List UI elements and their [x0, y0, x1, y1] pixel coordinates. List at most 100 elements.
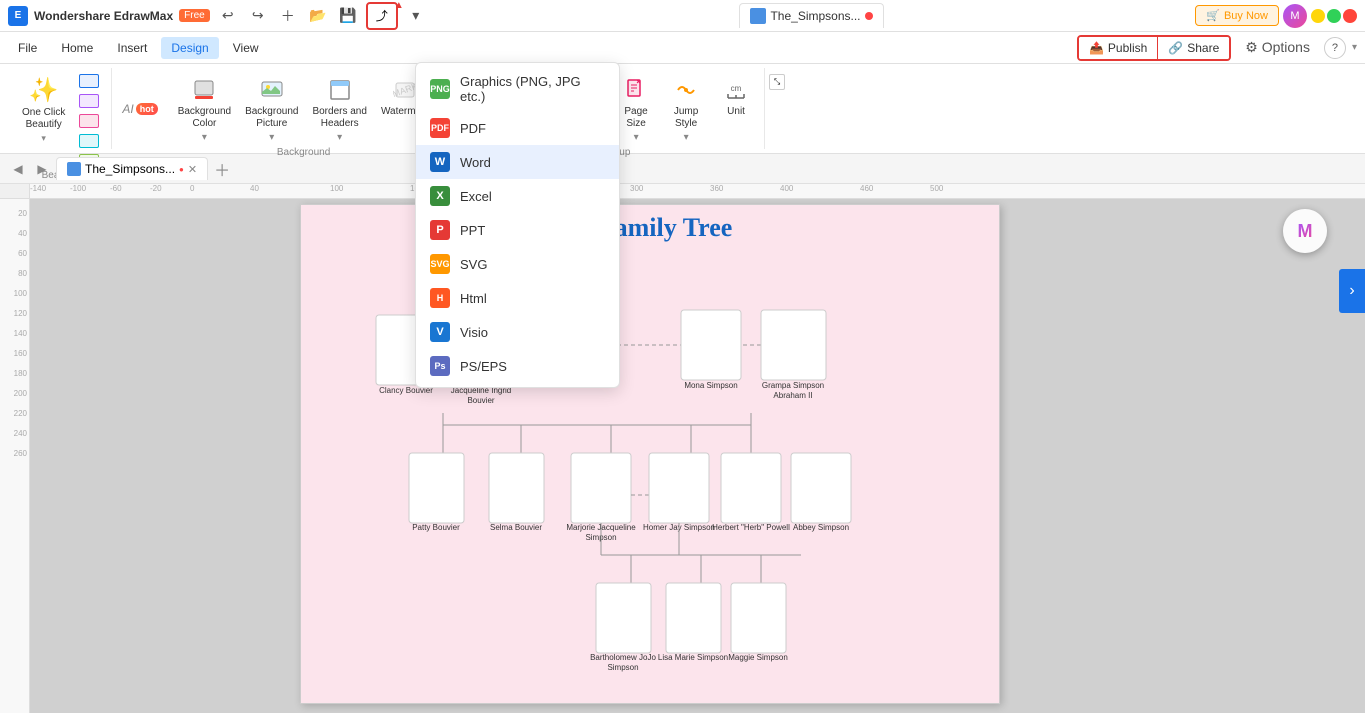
blue-arrow-icon: ›: [1349, 282, 1354, 300]
ribbon: ✨ One ClickBeautify ▾: [0, 64, 1365, 154]
beautify-chevron-icon: ▾: [41, 133, 46, 144]
tab-nav-left[interactable]: ◀: [8, 159, 28, 179]
dropdown-item-word[interactable]: W Word: [416, 145, 619, 179]
tab-icon: [750, 8, 766, 24]
svg-text:Lisa Marie Simpson: Lisa Marie Simpson: [658, 653, 728, 662]
page-size-chevron-icon: ▾: [634, 132, 639, 143]
close-button[interactable]: [1343, 9, 1357, 23]
one-click-beautify-button[interactable]: ✨ One ClickBeautify ▾: [16, 72, 71, 148]
dropdown-item-graphics[interactable]: PNG Graphics (PNG, JPG etc.): [416, 67, 619, 111]
publish-button[interactable]: 📤 Publish: [1079, 37, 1158, 59]
svg-icon: SVG: [430, 254, 450, 274]
beautify-style-3[interactable]: [75, 112, 103, 130]
title-bar-actions: 🛒 🛒 Buy Now Buy Now M: [1195, 4, 1357, 28]
word-icon: W: [430, 152, 450, 172]
dropdown-item-ppt[interactable]: P PPT: [416, 213, 619, 247]
hot-badge: hot: [136, 103, 158, 115]
unit-button[interactable]: cm Unit: [712, 72, 760, 147]
bg-picture-chevron-icon: ▾: [269, 132, 274, 143]
svg-text:Abbey Simpson: Abbey Simpson: [793, 523, 849, 532]
options-button[interactable]: ⚙ Options: [1237, 35, 1318, 60]
vertical-ruler: 20 40 60 80 100 120 140 160 180 200 220 …: [0, 184, 30, 713]
export-button[interactable]: ⤴ ▲: [366, 2, 398, 30]
ribbon-expand-area: ⤡: [769, 68, 785, 149]
title-tab[interactable]: The_Simpsons...: [739, 3, 883, 28]
menu-insert[interactable]: Insert: [107, 37, 157, 59]
dropdown-item-visio[interactable]: V Visio: [416, 315, 619, 349]
pdf-label: PDF: [460, 121, 486, 136]
menu-actions: 📤 Publish 🔗 Share ⚙ Options ? ▾: [1077, 35, 1357, 61]
maximize-button[interactable]: [1327, 9, 1341, 23]
floating-m-button[interactable]: M: [1283, 209, 1327, 253]
style-preview-3: [79, 114, 99, 128]
bg-color-icon: [190, 76, 218, 104]
beautify-style-2[interactable]: [75, 92, 103, 110]
svg-text:Simpson: Simpson: [607, 663, 638, 672]
borders-chevron-icon: ▾: [337, 132, 342, 143]
svg-text:Mona Simpson: Mona Simpson: [684, 381, 737, 390]
background-section-label: Background: [172, 147, 436, 160]
background-picture-button[interactable]: BackgroundPicture ▾: [239, 72, 304, 147]
save-button[interactable]: 💾: [336, 4, 360, 28]
share-icon: 🔗: [1168, 41, 1183, 55]
buy-now-button[interactable]: 🛒 🛒 Buy Now Buy Now: [1195, 5, 1279, 26]
svg-text:Abraham II: Abraham II: [773, 391, 812, 400]
new-button[interactable]: ＋: [276, 4, 300, 28]
tab-file-icon: [67, 162, 81, 176]
html-label: Html: [460, 291, 487, 306]
undo-button[interactable]: ↩: [216, 4, 240, 28]
share-button[interactable]: 🔗 Share: [1158, 37, 1229, 59]
dropdown-item-svg[interactable]: SVG SVG: [416, 247, 619, 281]
html-icon: H: [430, 288, 450, 308]
dropdown-item-pseps[interactable]: Ps PS/EPS: [416, 349, 619, 383]
style-preview-2: [79, 94, 99, 108]
beautify-icon: ✨: [29, 76, 59, 105]
tab-nav-right[interactable]: ▶: [32, 159, 52, 179]
tab-unsaved-dot: ●: [179, 165, 184, 174]
dropdown-item-html[interactable]: H Html: [416, 281, 619, 315]
add-tab-button[interactable]: ＋: [212, 159, 232, 179]
help-button[interactable]: ?: [1324, 37, 1346, 59]
user-avatar[interactable]: M: [1283, 4, 1307, 28]
beautify-content: ✨ One ClickBeautify ▾: [16, 68, 103, 170]
diagram-tab[interactable]: The_Simpsons... ● ✕: [56, 157, 208, 180]
bg-color-label: BackgroundColor: [178, 106, 231, 130]
dropdown-item-pdf[interactable]: PDF PDF: [416, 111, 619, 145]
menu-view[interactable]: View: [223, 37, 269, 59]
jump-style-chevron-icon: ▾: [684, 132, 689, 143]
more-button[interactable]: ▾: [404, 4, 428, 28]
canvas-page[interactable]: ns Family Tree: [300, 204, 1000, 704]
ai-text: AI: [122, 102, 133, 116]
ribbon-expand-button[interactable]: ⤡: [769, 74, 785, 90]
app-logo: E: [8, 6, 28, 26]
svg-text:Bouvier: Bouvier: [467, 396, 494, 405]
menu-design[interactable]: Design: [161, 37, 218, 59]
dropdown-item-excel[interactable]: X Excel: [416, 179, 619, 213]
blue-arrow-button[interactable]: ›: [1339, 269, 1365, 313]
pdf-icon: PDF: [430, 118, 450, 138]
redo-button[interactable]: ↪: [246, 4, 270, 28]
jump-style-button[interactable]: JumpStyle ▾: [662, 72, 710, 147]
open-button[interactable]: 📂: [306, 4, 330, 28]
menu-file[interactable]: File: [8, 37, 47, 59]
main-area: 20 40 60 80 100 120 140 160 180 200 220 …: [0, 184, 1365, 713]
tab-close-icon[interactable]: ✕: [188, 163, 197, 176]
canvas-area[interactable]: ns Family Tree: [30, 199, 1365, 713]
ribbon-background-group: BackgroundColor ▾ BackgroundPicture ▾: [168, 68, 441, 149]
export-dropdown-menu: PNG Graphics (PNG, JPG etc.) PDF PDF W W…: [415, 62, 620, 388]
bg-picture-label: BackgroundPicture: [245, 106, 298, 130]
background-color-button[interactable]: BackgroundColor ▾: [172, 72, 237, 147]
minimize-button[interactable]: [1311, 9, 1325, 23]
style-preview-1: [79, 74, 99, 88]
publish-icon: 📤: [1089, 41, 1104, 55]
beautify-style-1[interactable]: [75, 72, 103, 90]
menu-home[interactable]: Home: [51, 37, 103, 59]
style-preview-4: [79, 134, 99, 148]
export-icon: ⤴: [376, 7, 388, 24]
svg-text:Maggie Simpson: Maggie Simpson: [728, 653, 788, 662]
borders-headers-button[interactable]: Borders andHeaders ▾: [306, 72, 372, 147]
page-title: ns Family Tree: [301, 205, 999, 243]
beautify-style-4[interactable]: [75, 132, 103, 150]
canvas-wrapper: -140 -100 -60 -20 0 40 100 160 200 260 3…: [30, 184, 1365, 713]
borders-icon: [326, 76, 354, 104]
